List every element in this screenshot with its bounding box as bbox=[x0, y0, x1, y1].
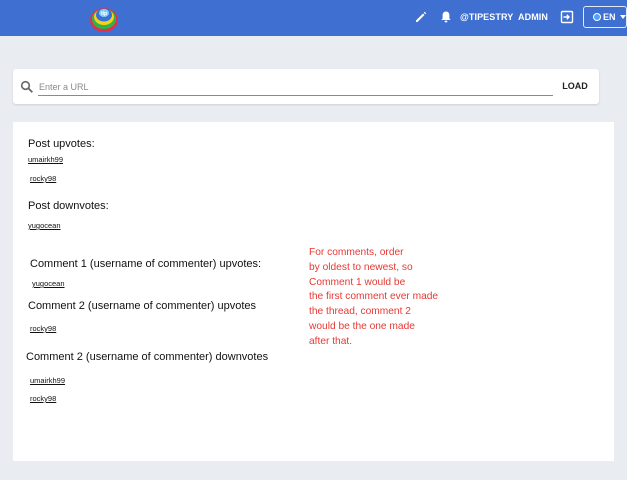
comment1-upvotes-heading: Comment 1 (username of commenter) upvote… bbox=[30, 258, 262, 270]
post-upvotes-heading: Post upvotes: bbox=[28, 138, 95, 150]
search-icon bbox=[20, 80, 33, 93]
note-line: after that. bbox=[309, 335, 353, 347]
language-label: EN bbox=[603, 12, 616, 22]
note-line: would be the one made bbox=[309, 320, 415, 332]
admin-link[interactable]: ADMIN bbox=[518, 12, 548, 22]
post-upvote-user-link[interactable]: umairkh99 bbox=[28, 155, 63, 164]
note-line: For comments, order bbox=[309, 247, 404, 258]
post-downvote-user-link[interactable]: yugocean bbox=[28, 221, 61, 230]
note-line: Comment 1 would be bbox=[309, 276, 406, 288]
comment2-downvotes-heading: Comment 2 (username of commenter) downvo… bbox=[26, 351, 269, 363]
comment1-upvote-user-link[interactable]: yugocean bbox=[32, 279, 65, 288]
comment2-upvote-user-link[interactable]: rocky98 bbox=[30, 324, 56, 333]
chevron-down-icon bbox=[620, 15, 626, 19]
votes-card: Post upvotes: umairkh99 rocky98 Post dow… bbox=[13, 122, 614, 461]
comment2-upvotes-heading: Comment 2 (username of commenter) upvote… bbox=[28, 300, 257, 312]
user-handle-link[interactable]: @TIPESTRY bbox=[460, 12, 513, 22]
globe-icon bbox=[593, 13, 601, 21]
note-line: the thread, comment 2 bbox=[309, 306, 411, 318]
ordering-note: For comments, order by oldest to newest,… bbox=[309, 246, 459, 350]
url-bar: LOAD bbox=[13, 69, 599, 104]
note-line: by oldest to newest, so bbox=[309, 261, 413, 273]
load-button[interactable]: LOAD bbox=[556, 78, 594, 95]
post-upvote-user-link[interactable]: rocky98 bbox=[30, 174, 56, 183]
comment2-downvote-user-link[interactable]: umairkh99 bbox=[30, 376, 65, 385]
pencil-icon[interactable] bbox=[413, 9, 429, 25]
bell-icon[interactable] bbox=[438, 9, 454, 25]
logout-icon[interactable] bbox=[559, 9, 575, 25]
app-logo-icon[interactable]: tip bbox=[86, 1, 122, 35]
post-downvotes-heading: Post downvotes: bbox=[28, 200, 109, 212]
note-line: the first comment ever made bbox=[309, 291, 439, 303]
top-nav-bar: tip @TIPESTRY ADMIN EN bbox=[0, 0, 627, 36]
url-input[interactable] bbox=[38, 79, 553, 96]
language-selector[interactable]: EN bbox=[583, 6, 627, 28]
svg-text:tip: tip bbox=[101, 11, 107, 17]
comment2-downvote-user-link[interactable]: rocky98 bbox=[30, 394, 56, 403]
